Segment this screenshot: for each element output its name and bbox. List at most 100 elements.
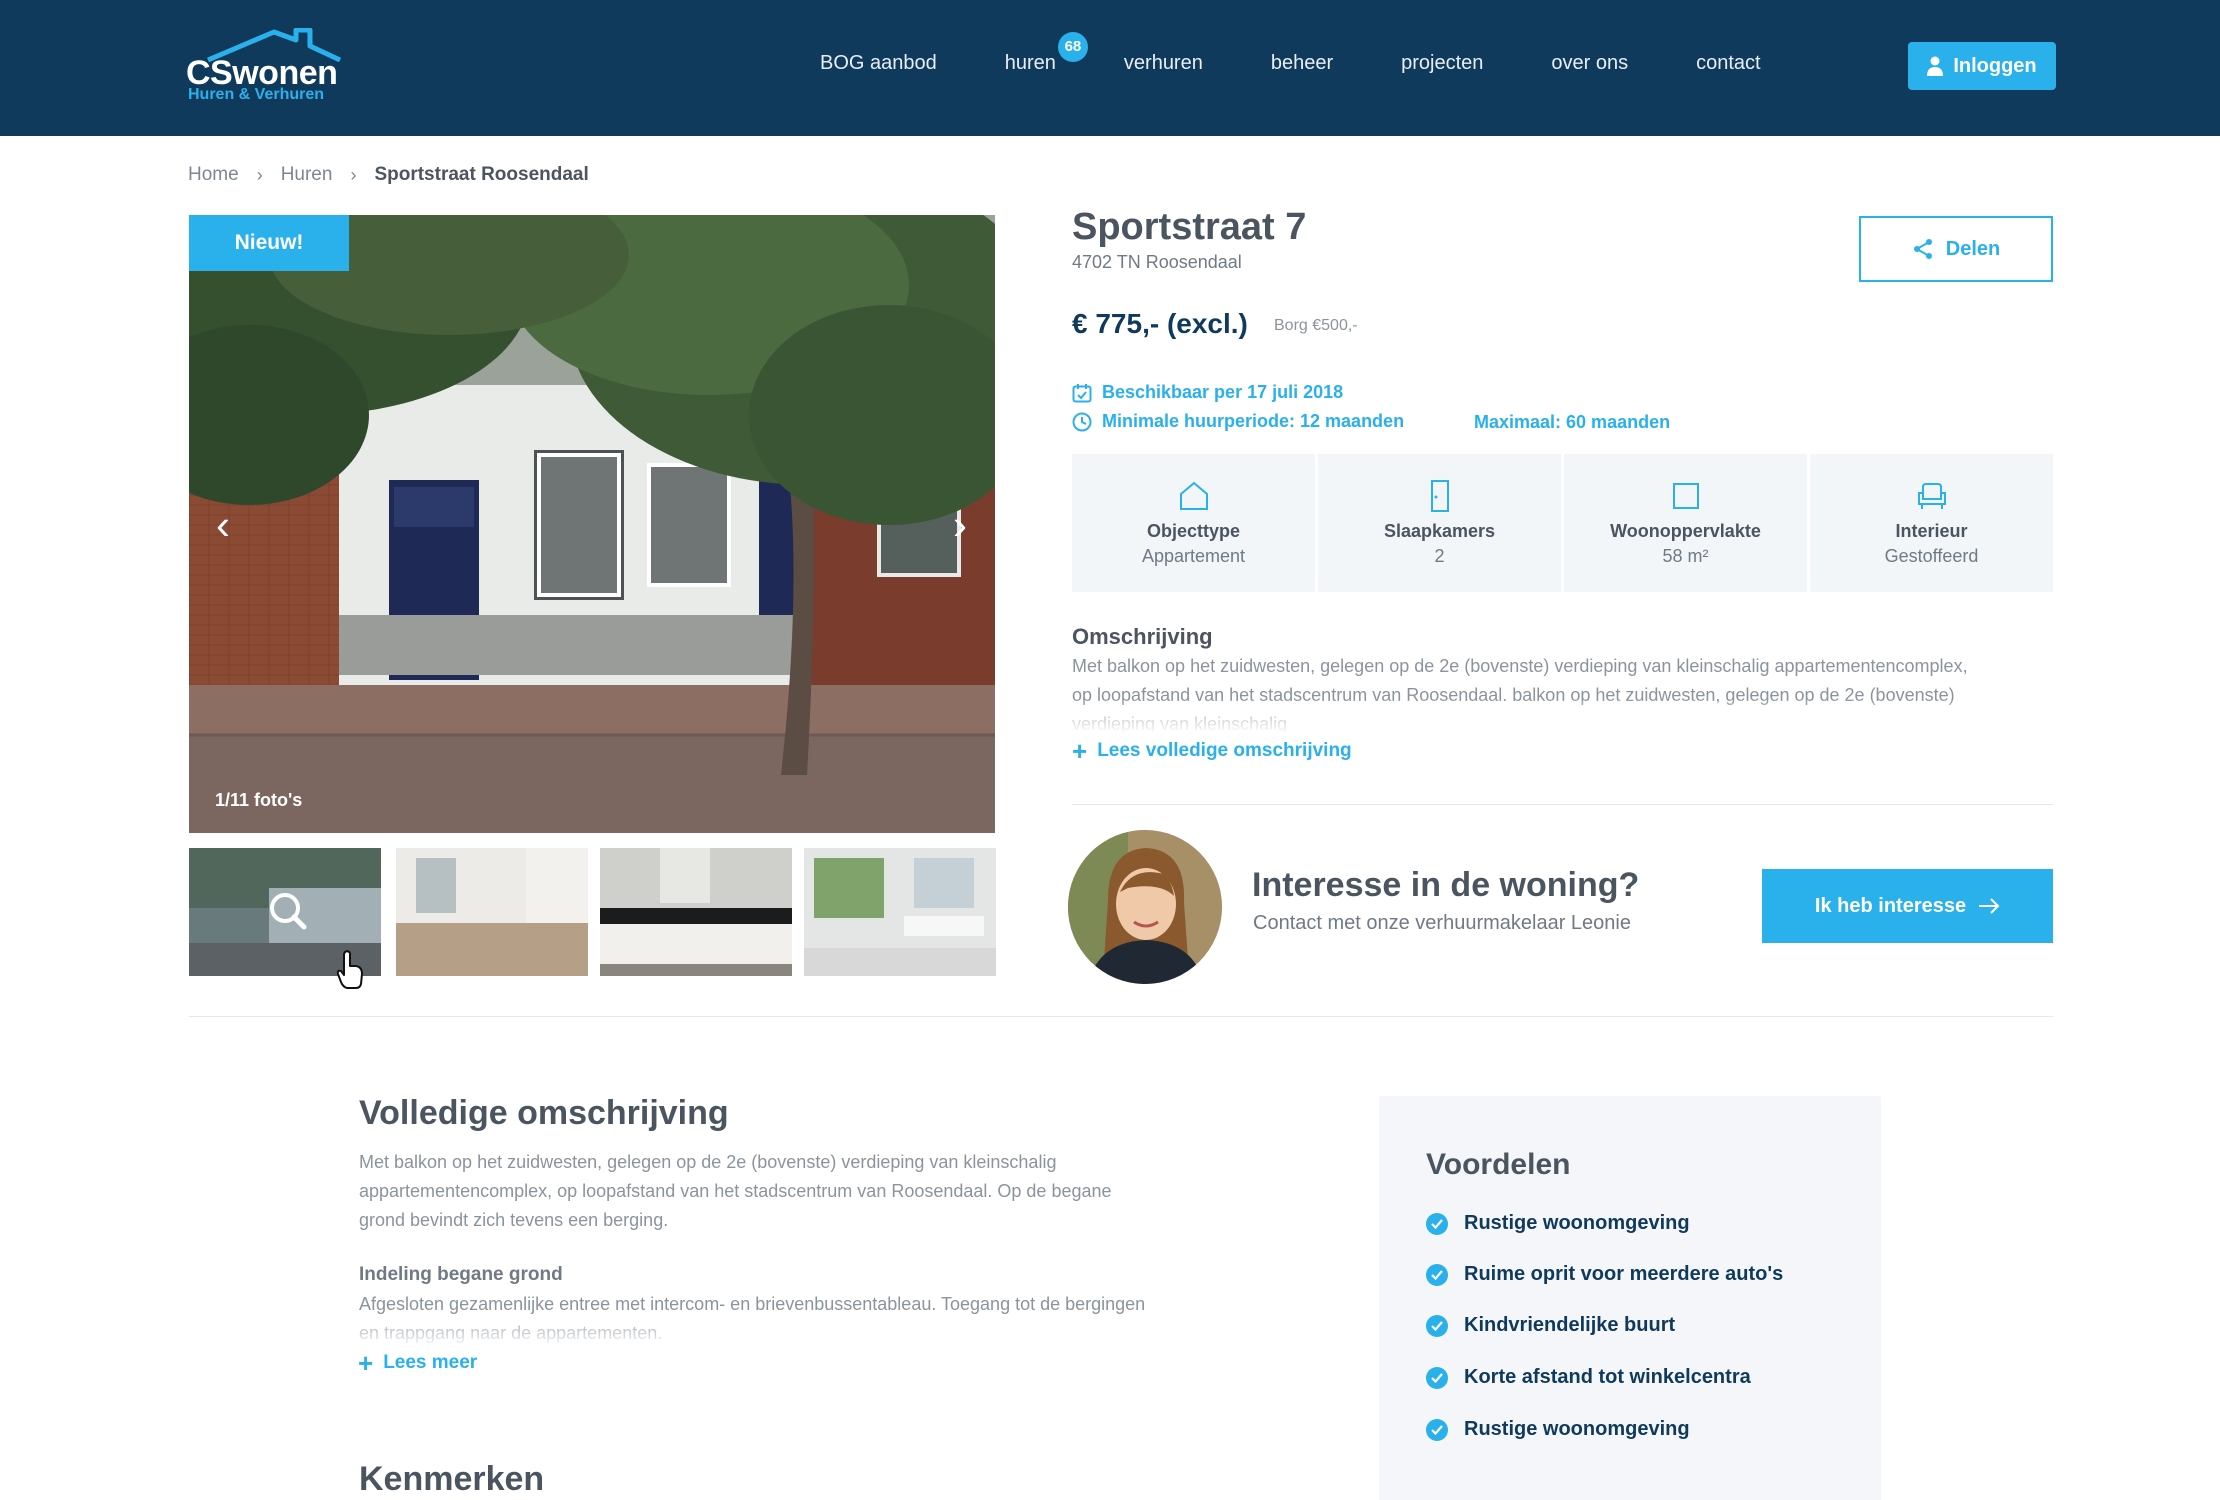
check-icon (1426, 1212, 1448, 1235)
read-more-label: Lees meer (383, 1352, 478, 1373)
share-icon (1913, 239, 1932, 259)
read-full-label: Lees volledige omschrijving (1097, 740, 1352, 761)
thumbnail-3[interactable] (600, 848, 792, 976)
read-full-description-link[interactable]: + Lees volledige omschrijving (1072, 736, 1352, 766)
availability-line: Beschikbaar per 17 juli 2018 (1072, 382, 1343, 403)
feature-label: Slaapkamers (1383, 521, 1496, 541)
agent-avatar (1068, 830, 1222, 984)
thumbnail-4[interactable] (804, 848, 996, 976)
listing-title: Sportstraat 7 (1072, 206, 1307, 248)
chevron-right-icon: › (256, 164, 263, 185)
benefits-title: Voordelen (1426, 1148, 1571, 1181)
plus-icon: + (358, 1348, 374, 1378)
feature-grid: Objecttype Appartement Slaapkamers 2 Woo… (1072, 454, 2053, 592)
description-title: Omschrijving (1072, 624, 1213, 649)
full-description-text: Met balkon op het zuidwesten, gelegen op… (359, 1152, 1112, 1230)
benefit-label: Ruime oprit voor meerdere auto's (1464, 1263, 1784, 1285)
gallery-next-arrow[interactable]: › (930, 490, 990, 560)
read-more-link[interactable]: + Lees meer (358, 1348, 478, 1378)
share-label: Delen (1945, 237, 2001, 260)
feature-woonoppervlakte: Woonoppervlakte 58 m² (1564, 454, 1807, 592)
main-photo[interactable] (189, 215, 995, 833)
breadcrumb: Home › Huren › Sportstraat Roosendaal (188, 164, 589, 186)
interest-button[interactable]: Ik heb interesse (1762, 869, 2053, 943)
thumbnail-2[interactable] (396, 848, 588, 976)
breadcrumb-huren[interactable]: Huren (281, 164, 333, 186)
feature-objecttype: Objecttype Appartement (1072, 454, 1315, 592)
nav-item-beheer[interactable]: beheer (1271, 52, 1333, 75)
feature-interieur: Interieur Gestoffeerd (1810, 454, 2053, 592)
divider (1072, 804, 2053, 805)
listing-price: € 775,- (excl.) (1072, 308, 1248, 339)
square-icon (1672, 483, 1699, 509)
kenmerken-title: Kenmerken (359, 1460, 545, 1498)
nav-item-projecten[interactable]: projecten (1401, 52, 1483, 75)
feature-slaapkamers: Slaapkamers 2 (1318, 454, 1561, 592)
benefit-label: Kindvriendelijke buurt (1464, 1314, 1676, 1336)
benefit-label: Korte afstand tot winkelcentra (1464, 1366, 1751, 1388)
login-button[interactable]: Inloggen (1908, 42, 2056, 90)
top-navigation-bar: CSwonen Huren & Verhuren BOG aanbod hure… (0, 0, 2220, 136)
feature-label: Woonoppervlakte (1610, 521, 1761, 541)
house-icon (1179, 481, 1208, 510)
street-house-photo (189, 215, 995, 833)
nav-item-contact[interactable]: contact (1696, 52, 1760, 75)
thumbnail-bathroom-photo (804, 848, 996, 976)
section-divider (189, 1016, 2053, 1017)
hand-cursor-icon (336, 950, 363, 989)
breadcrumb-home[interactable]: Home (188, 164, 239, 186)
interest-button-label: Ik heb interesse (1814, 894, 1967, 917)
min-period-text: Minimale huurperiode: 12 maanden (1102, 411, 1405, 431)
share-button[interactable]: Delen (1859, 216, 2053, 282)
benefit-item: Ruime oprit voor meerdere auto's (1426, 1263, 1783, 1286)
thumbnail-living-room-photo (396, 848, 588, 976)
nav-item-huren[interactable]: huren 68 (1005, 32, 1088, 75)
benefit-item: Rustige woonomgeving (1426, 1418, 1690, 1441)
feature-label: Objecttype (1146, 521, 1241, 541)
user-icon (1927, 56, 1944, 76)
nav-item-verhuren[interactable]: verhuren (1124, 52, 1203, 75)
interest-title: Interesse in de woning? (1252, 866, 1640, 904)
nav-item-over-ons[interactable]: over ons (1551, 52, 1628, 75)
check-icon (1426, 1418, 1448, 1441)
listing-postcode: 4702 TN Roosendaal (1072, 252, 1242, 272)
nav-item-bog-aanbod[interactable]: BOG aanbod (820, 52, 937, 75)
armchair-icon (1917, 483, 1946, 509)
feature-value: Gestoffeerd (1884, 546, 1979, 566)
new-badge: Nieuw! (189, 215, 349, 271)
thumbnail-kitchen-photo (600, 848, 792, 976)
description-fade (1072, 700, 1972, 734)
plus-icon: + (1072, 736, 1088, 766)
login-label: Inloggen (1953, 54, 2037, 77)
benefit-label: Rustige woonomgeving (1464, 1418, 1690, 1440)
chevron-right-icon: › (350, 164, 357, 185)
layout-section-fade (359, 1316, 1179, 1348)
door-icon (1430, 480, 1449, 512)
feature-value: 2 (1434, 546, 1445, 566)
benefit-item: Kindvriendelijke buurt (1426, 1314, 1675, 1337)
full-description-title: Volledige omschrijving (359, 1094, 729, 1132)
max-period-text: Maximaal: 60 maanden (1474, 412, 1671, 432)
interest-subtitle: Contact met onze verhuurmakelaar Leonie (1253, 912, 1631, 934)
calendar-icon (1072, 383, 1092, 402)
availability-text: Beschikbaar per 17 juli 2018 (1102, 382, 1344, 402)
breadcrumb-current: Sportstraat Roosendaal (374, 164, 589, 185)
brand-logo[interactable]: CSwonen Huren & Verhuren (186, 28, 346, 108)
feature-value: Appartement (1141, 546, 1246, 566)
count-badge: 68 (1057, 32, 1088, 62)
arrow-right-icon (1979, 898, 2000, 914)
listing-deposit: Borg €500,- (1274, 317, 1358, 334)
benefit-label: Rustige woonomgeving (1464, 1212, 1690, 1234)
check-icon (1426, 1314, 1448, 1337)
brand-tagline: Huren & Verhuren (188, 86, 325, 103)
benefit-item: Korte afstand tot winkelcentra (1426, 1366, 1751, 1389)
gallery-prev-arrow[interactable]: ‹ (193, 490, 253, 560)
main-nav: BOG aanbod huren 68 verhuren beheer proj… (820, 32, 1829, 75)
layout-section-title: Indeling begane grond (359, 1264, 563, 1285)
photo-count: 1/11 foto's (215, 790, 303, 810)
clock-icon (1072, 412, 1092, 431)
check-icon (1426, 1263, 1448, 1286)
feature-value: 58 m² (1662, 546, 1709, 566)
agent-portrait (1068, 830, 1222, 984)
min-period-line: Minimale huurperiode: 12 maanden (1072, 411, 1404, 432)
